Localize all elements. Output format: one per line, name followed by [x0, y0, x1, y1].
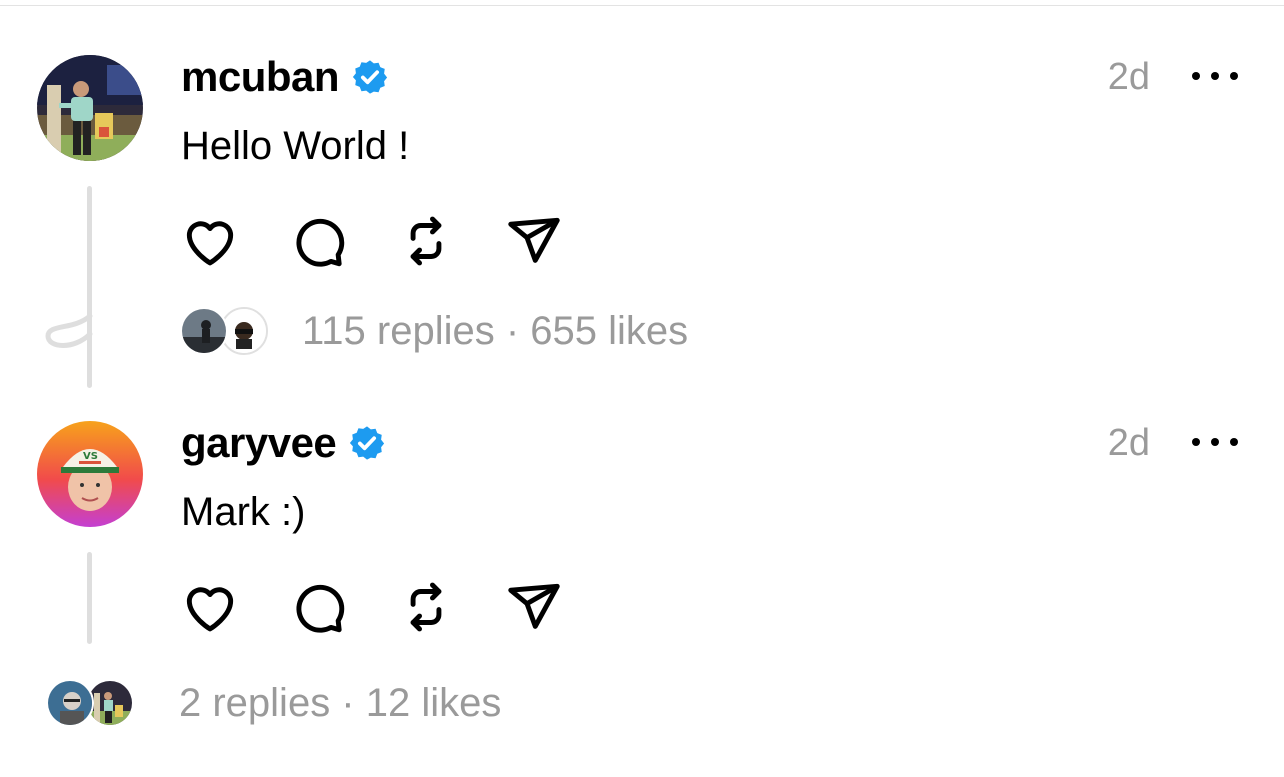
thread-line — [87, 552, 92, 644]
reply-avatar — [180, 307, 228, 355]
comment-icon[interactable] — [287, 210, 349, 272]
post-stats[interactable]: 115 replies · 655 likes — [302, 311, 688, 351]
thread-line — [87, 186, 92, 388]
heart-icon[interactable] — [179, 210, 241, 272]
svg-text:VS: VS — [83, 451, 98, 462]
share-icon[interactable] — [503, 210, 565, 272]
avatar[interactable] — [37, 55, 143, 161]
thread-loop-icon — [45, 313, 93, 348]
post-stats[interactable]: 2 replies · 12 likes — [179, 683, 501, 723]
verified-icon — [348, 424, 386, 462]
timestamp: 2d — [1107, 56, 1150, 98]
timestamp: 2d — [1107, 422, 1150, 464]
reply-avatar — [46, 679, 94, 727]
username[interactable]: mcuban — [181, 56, 340, 98]
top-divider — [0, 5, 1284, 6]
repost-icon[interactable] — [395, 576, 457, 638]
heart-icon[interactable] — [179, 576, 241, 638]
avatar[interactable]: VS — [37, 421, 143, 527]
share-icon[interactable] — [503, 576, 565, 638]
more-icon[interactable] — [1192, 61, 1238, 91]
verified-icon — [351, 58, 389, 96]
username[interactable]: garyvee — [181, 422, 337, 464]
post-text: Hello World ! — [181, 124, 410, 168]
repost-icon[interactable] — [395, 210, 457, 272]
post-text: Mark :) — [181, 490, 306, 534]
more-icon[interactable] — [1192, 427, 1238, 457]
comment-icon[interactable] — [287, 576, 349, 638]
